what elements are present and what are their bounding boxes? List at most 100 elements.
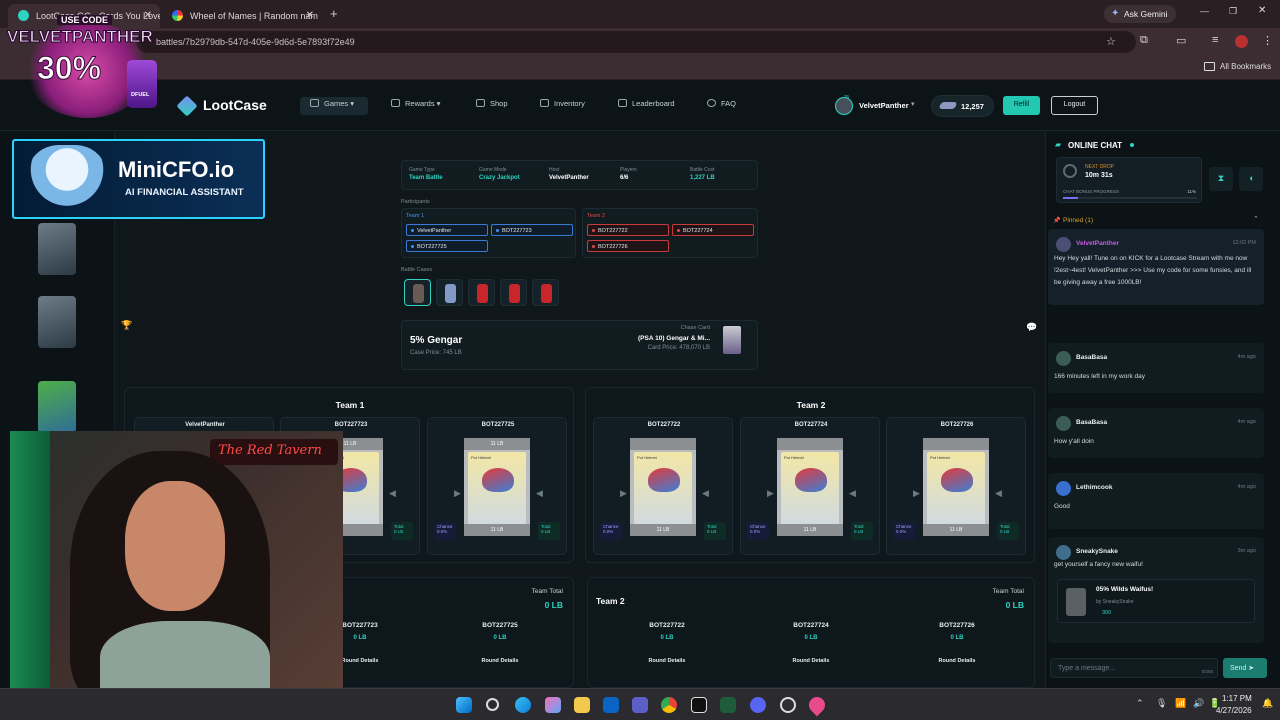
cast-icon[interactable]: ▭ <box>1176 34 1186 47</box>
chat-user[interactable]: Lethimcook <box>1076 484 1112 491</box>
chat-user[interactable]: BasaBasa <box>1076 354 1107 361</box>
ask-gemini-button[interactable]: ✦ Ask Gemini <box>1104 5 1176 23</box>
pinned-user[interactable]: VelvetPanther <box>1076 240 1119 247</box>
new-tab-button[interactable]: + <box>330 6 338 21</box>
recent-drop-card[interactable] <box>38 381 76 433</box>
bonus-progress-fill <box>1063 197 1078 199</box>
pulled-card[interactable]: Pot Helmet 11 LB <box>777 438 843 536</box>
total-value: 0 LB <box>854 529 864 534</box>
url-field[interactable]: battles/7b2979db-547d-405e-9d6d-5e7893f7… <box>136 31 1136 53</box>
timer-icon <box>1063 164 1077 178</box>
close-window-icon[interactable]: ✕ <box>1258 5 1266 16</box>
case-thumb[interactable] <box>468 279 495 306</box>
bookmarks-bar: All Bookmarks <box>0 56 1280 80</box>
chance-value: 0.0% <box>437 529 448 534</box>
participant-chip[interactable]: BOT227722 <box>587 224 669 236</box>
close-icon[interactable]: ✕ <box>306 10 314 21</box>
collapse-chevron-icon[interactable]: ⌃ <box>1253 215 1259 223</box>
user-avatar[interactable] <box>835 97 853 115</box>
pinned-label[interactable]: Pinned (1) <box>1063 217 1093 224</box>
search-icon[interactable] <box>486 698 499 711</box>
participant-chip[interactable]: BOT227724 <box>672 224 754 236</box>
copilot-icon[interactable] <box>545 697 561 713</box>
participant-chip[interactable]: BOT227725 <box>406 240 488 252</box>
chat-user[interactable]: SneakySnake <box>1076 548 1118 555</box>
round-details-link[interactable]: Round Details <box>445 658 555 664</box>
pulled-card[interactable]: 11 LB Pot Helmet 11 LB <box>464 438 530 536</box>
card-top-value <box>777 438 843 450</box>
brand-name[interactable]: LootCase <box>203 97 267 113</box>
shared-case-card[interactable]: 05% Wilds Waifus! by SneakySnake 300 <box>1057 579 1255 623</box>
nav-shop[interactable]: Shop <box>476 99 508 108</box>
refill-button[interactable]: Refill <box>1003 96 1040 115</box>
participant-chip[interactable]: BOT227723 <box>491 224 573 236</box>
maximize-icon[interactable]: ❐ <box>1229 6 1237 17</box>
notification-bell-icon[interactable]: 🔔 <box>1262 698 1273 709</box>
nav-faq[interactable]: FAQ <box>707 99 736 108</box>
terminal-icon[interactable] <box>720 697 736 713</box>
chase-card-thumb[interactable] <box>723 326 741 354</box>
tray-chevron-icon[interactable]: ⌃ <box>1136 698 1144 709</box>
clock-time[interactable]: 1:17 PM <box>1222 694 1252 703</box>
start-icon[interactable] <box>456 697 472 713</box>
discord-icon[interactable] <box>750 697 766 713</box>
minimize-icon[interactable]: — <box>1200 6 1209 16</box>
sound-button[interactable]: ◖ <box>1239 167 1263 191</box>
maps-pin-icon[interactable] <box>805 693 829 717</box>
tab-wheel-of-names[interactable]: Wheel of Names | Random nam ✕ <box>162 4 322 28</box>
user-menu-chevron-icon[interactable]: ▾ <box>911 100 915 108</box>
round-details-link[interactable]: Round Details <box>902 658 1012 664</box>
team1-arena-title: Team 1 <box>335 400 365 410</box>
chance-badge: Chance0.0% <box>434 522 456 540</box>
round-details-link[interactable]: Round Details <box>756 658 866 664</box>
nav-leaderboard[interactable]: Leaderboard <box>618 99 675 108</box>
capcut-icon[interactable] <box>691 697 707 713</box>
tab-search-icon[interactable]: ≡ <box>1212 34 1218 46</box>
mic-icon[interactable]: 🎙 <box>1156 698 1167 709</box>
lootcase-logo-icon[interactable] <box>176 95 198 117</box>
case-thumb-current[interactable] <box>404 279 431 306</box>
pulled-card[interactable]: Pot Helmet 11 LB <box>923 438 989 536</box>
nav-rewards[interactable]: Rewards ▾ <box>391 99 440 108</box>
chat-input[interactable]: Type a message... 0/250 <box>1050 658 1218 678</box>
user-name[interactable]: VelvetPanther <box>859 101 909 110</box>
hourglass-button[interactable]: ⧗ <box>1209 167 1233 191</box>
case-thumb[interactable] <box>500 279 527 306</box>
pinned-message: VelvetPanther 12:02 PM Hey Hey yall! Tun… <box>1048 229 1264 305</box>
nav-inventory[interactable]: Inventory <box>540 99 585 108</box>
send-button[interactable]: Send ➤ <box>1223 658 1267 678</box>
slot-player-name: VelvetPanther <box>185 422 225 428</box>
participant-chip[interactable]: VelvetPanther <box>406 224 488 236</box>
case-thumb[interactable] <box>436 279 463 306</box>
online-dot <box>1130 143 1134 147</box>
clock-date[interactable]: 4/27/2026 <box>1216 706 1252 715</box>
case-thumb[interactable] <box>532 279 559 306</box>
bookmark-star-icon[interactable]: ☆ <box>1106 35 1116 48</box>
chat-toggle-icon[interactable]: 💬 <box>1026 322 1037 333</box>
user-avatar <box>1056 237 1071 252</box>
wifi-icon[interactable]: 📶 <box>1175 698 1186 709</box>
participant-chip[interactable]: BOT227726 <box>587 240 669 252</box>
obs-icon[interactable] <box>780 697 796 713</box>
edge-icon[interactable] <box>515 697 531 713</box>
user-avatar <box>1056 481 1071 496</box>
all-bookmarks-button[interactable]: All Bookmarks <box>1220 62 1271 71</box>
chat-text: 166 minutes left in my work day <box>1054 373 1146 380</box>
round-details-link[interactable]: Round Details <box>612 658 722 664</box>
recent-drop-card[interactable] <box>38 296 76 348</box>
volume-icon[interactable]: 🔊 <box>1193 698 1204 709</box>
profile-avatar[interactable] <box>1235 35 1248 48</box>
chevron-right-icon: ▶ <box>913 488 920 498</box>
menu-icon[interactable]: ⋮ <box>1262 34 1273 47</box>
extensions-icon[interactable]: ⧉ <box>1140 34 1148 47</box>
pulled-card[interactable]: Pot Helmet 11 LB <box>630 438 696 536</box>
file-explorer-icon[interactable] <box>574 697 590 713</box>
chat-user[interactable]: BasaBasa <box>1076 419 1107 426</box>
logout-button[interactable]: Logout <box>1051 96 1098 115</box>
nav-games-label[interactable]: Games ▾ <box>310 99 354 108</box>
recent-drop-card[interactable] <box>38 223 76 275</box>
chrome-icon[interactable] <box>661 697 677 713</box>
outlook-icon[interactable] <box>603 697 619 713</box>
teams-icon[interactable] <box>632 697 648 713</box>
chase-card-name: (PSA 10) Gengar & Mi... <box>638 335 710 342</box>
